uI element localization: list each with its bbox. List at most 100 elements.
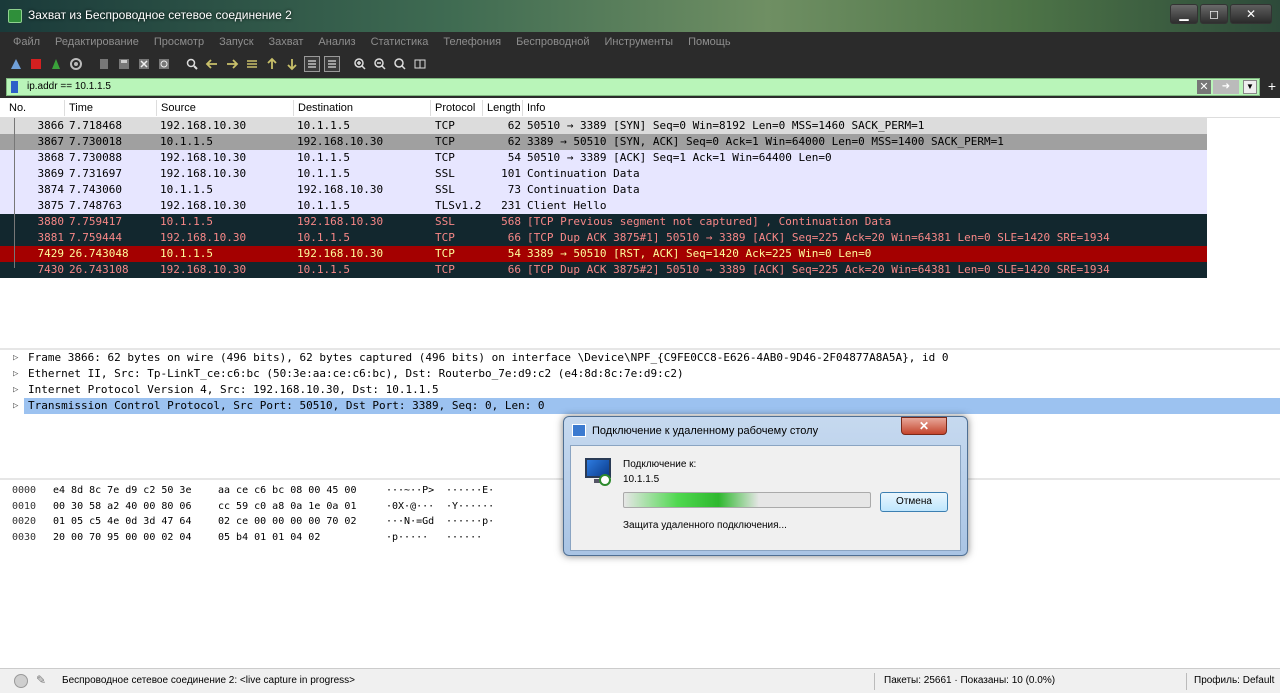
- expand-arrow-icon[interactable]: ▷: [13, 350, 18, 366]
- packet-cell-proto: TCP: [435, 231, 455, 244]
- close-window-button[interactable]: ✕: [1230, 4, 1272, 24]
- packet-row[interactable]: 3869 7.731697 192.168.10.30 10.1.1.5 SSL 101 C…: [0, 166, 1207, 182]
- maximize-button[interactable]: ◻: [1200, 4, 1228, 24]
- menu-item[interactable]: Инструменты: [597, 32, 681, 52]
- go-forward-icon[interactable]: [224, 56, 240, 72]
- packet-cell-proto: TCP: [435, 263, 455, 276]
- column-info[interactable]: Info: [527, 102, 545, 114]
- packet-cell-no: 7429: [37, 247, 65, 260]
- profile-selector[interactable]: Профиль: Default: [1194, 675, 1274, 686]
- stop-capture-icon[interactable]: [28, 56, 44, 72]
- packet-row[interactable]: 3874 7.743060 10.1.1.5 192.168.10.30 SSL 73 Co…: [0, 182, 1207, 198]
- auto-scroll-icon[interactable]: [304, 56, 320, 72]
- packet-cell-src: 10.1.1.5: [160, 215, 213, 228]
- hex-cell-b1: 00 30 58 a2 40 00 80 06: [53, 500, 192, 512]
- open-file-icon[interactable]: [96, 56, 112, 72]
- detail-tree-item[interactable]: ▷ Ethernet II, Src: Tp-LinkT_ce:c6:bc (50…: [0, 366, 1280, 382]
- restart-capture-icon[interactable]: [48, 56, 64, 72]
- dialog-close-button[interactable]: ✕: [901, 417, 947, 435]
- menu-item[interactable]: Статистика: [364, 32, 437, 52]
- go-to-packet-icon[interactable]: [244, 56, 260, 72]
- save-file-icon[interactable]: [116, 56, 132, 72]
- capture-options-icon[interactable]: [68, 56, 84, 72]
- packet-row[interactable]: 3867 7.730018 10.1.1.5 192.168.10.30 TCP 62 33…: [0, 134, 1207, 150]
- column-length[interactable]: Length: [487, 102, 521, 114]
- reload-file-icon[interactable]: [156, 56, 172, 72]
- menu-item[interactable]: Анализ: [311, 32, 363, 52]
- hex-cell-off: 0020: [12, 516, 37, 527]
- packet-cell-dst: 192.168.10.30: [297, 215, 384, 228]
- menu-item[interactable]: Захват: [262, 32, 312, 52]
- minimize-button[interactable]: ▁: [1170, 4, 1198, 24]
- connecting-to-label: Подключение к:: [623, 459, 697, 470]
- packet-cell-src: 192.168.10.30: [160, 167, 247, 180]
- packet-row[interactable]: 3866 7.718468 192.168.10.30 10.1.1.5 TCP 62 50…: [0, 118, 1207, 134]
- bookmark-icon[interactable]: [11, 81, 18, 93]
- packet-list: No. Time Source Destination Protocol Len…: [0, 98, 1280, 348]
- packet-cell-len: 54: [507, 151, 521, 164]
- progress-fill: [624, 493, 760, 507]
- go-back-icon[interactable]: [204, 56, 220, 72]
- detail-tree-item[interactable]: ▷ Internet Protocol Version 4, Src: 192.1…: [0, 382, 1280, 398]
- packet-cell-no: 3881: [37, 231, 65, 244]
- find-packet-icon[interactable]: [184, 56, 200, 72]
- packet-cell-no: 3866: [37, 119, 65, 132]
- expand-arrow-icon[interactable]: ▷: [13, 398, 18, 414]
- detail-text: Ethernet II, Src: Tp-LinkT_ce:c6:bc (50:…: [28, 367, 684, 380]
- hex-cell-b2: cc 59 c0 a8 0a 1e 0a 01: [218, 500, 357, 512]
- packet-row[interactable]: 7430 26.743108 192.168.10.30 10.1.1.5 TCP 66 […: [0, 262, 1207, 278]
- last-packet-icon[interactable]: [284, 56, 300, 72]
- normal-size-icon[interactable]: [392, 56, 408, 72]
- menu-item[interactable]: Запуск: [212, 32, 261, 52]
- column-source[interactable]: Source: [161, 102, 196, 114]
- expert-info-icon[interactable]: [14, 674, 28, 688]
- packet-cell-time: 7.718468: [69, 119, 122, 132]
- expand-arrow-icon[interactable]: ▷: [13, 366, 18, 382]
- clear-filter-icon[interactable]: ✕: [1197, 80, 1211, 94]
- close-file-icon[interactable]: [136, 56, 152, 72]
- packet-cell-proto: SSL: [435, 167, 455, 180]
- menu-item[interactable]: Файл: [6, 32, 48, 52]
- packet-cell-src: 192.168.10.30: [160, 199, 247, 212]
- apply-filter-icon[interactable]: ➜: [1213, 80, 1239, 94]
- menu-item[interactable]: Беспроводной: [509, 32, 597, 52]
- add-filter-button-icon[interactable]: +: [1268, 78, 1276, 94]
- packet-row[interactable]: 3875 7.748763 192.168.10.30 10.1.1.5 TLSv1.2…: [0, 198, 1207, 214]
- expand-arrow-icon[interactable]: ▷: [13, 382, 18, 398]
- packet-row[interactable]: 7429 26.743048 10.1.1.5 192.168.10.30 TCP 54 3…: [0, 246, 1207, 262]
- packet-row[interactable]: 3868 7.730088 192.168.10.30 10.1.1.5 TCP 54 50…: [0, 150, 1207, 166]
- first-packet-icon[interactable]: [264, 56, 280, 72]
- menu-bar: Файл Редактирование Просмотр Запуск Захват Ан…: [0, 32, 1280, 52]
- cancel-button[interactable]: Отмена: [880, 492, 948, 512]
- resize-columns-icon[interactable]: [412, 56, 428, 72]
- packet-cell-info: 3389 → 50510 [RST, ACK] Seq=1420 Ack=225…: [527, 247, 872, 260]
- packet-cell-time: 7.731697: [69, 167, 122, 180]
- packet-cell-len: 101: [501, 167, 521, 180]
- colorize-icon[interactable]: [324, 56, 340, 72]
- detail-tree-item[interactable]: ▷ Transmission Control Protocol, Src Port…: [13, 398, 1280, 414]
- chevron-down-icon[interactable]: ▼: [1243, 80, 1257, 94]
- menu-item[interactable]: Редактирование: [48, 32, 147, 52]
- packet-row[interactable]: 3880 7.759417 10.1.1.5 192.168.10.30 SSL 568 […: [0, 214, 1207, 230]
- detail-tree-item[interactable]: ▷ Frame 3866: 62 bytes on wire (496 bits)…: [0, 350, 1280, 366]
- zoom-out-icon[interactable]: [372, 56, 388, 72]
- start-capture-icon[interactable]: [8, 56, 24, 72]
- hex-cell-a2: ······p·: [446, 516, 495, 527]
- edit-comment-icon[interactable]: ✎: [36, 673, 46, 687]
- display-filter-input[interactable]: ip.addr == 10.1.1.5 ✕ ➜ ▼: [6, 78, 1260, 96]
- column-time[interactable]: Time: [69, 102, 93, 114]
- menu-item[interactable]: Просмотр: [147, 32, 212, 52]
- packet-cell-time: 7.743060: [69, 183, 122, 196]
- packet-row[interactable]: 3881 7.759444 192.168.10.30 10.1.1.5 TCP 66 [T…: [0, 230, 1207, 246]
- zoom-in-icon[interactable]: [352, 56, 368, 72]
- menu-item[interactable]: Помощь: [681, 32, 739, 52]
- column-destination[interactable]: Destination: [298, 102, 353, 114]
- detail-text: Frame 3866: 62 bytes on wire (496 bits),…: [28, 351, 949, 364]
- packet-cell-dst: 10.1.1.5: [297, 231, 350, 244]
- packet-cell-time: 7.759417: [69, 215, 122, 228]
- main-toolbar: [0, 52, 1280, 76]
- hex-cell-b2: aa ce c6 bc 08 00 45 00: [218, 485, 357, 496]
- column-no[interactable]: No.: [9, 102, 26, 114]
- column-protocol[interactable]: Protocol: [435, 102, 475, 114]
- menu-item[interactable]: Телефония: [436, 32, 509, 52]
